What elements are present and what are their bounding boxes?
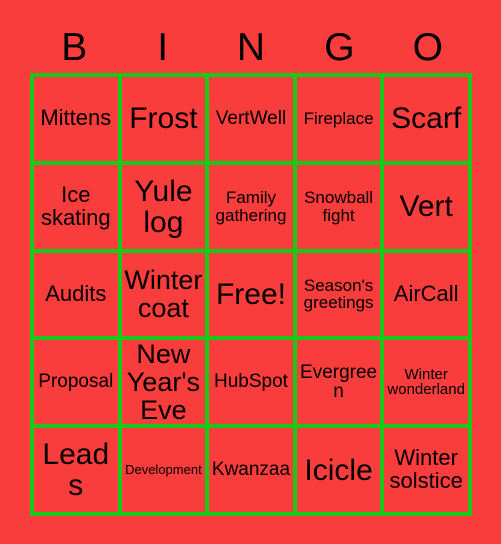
bingo-cell[interactable]: Icicle [296, 428, 385, 516]
bingo-cell[interactable]: Audits [34, 252, 122, 341]
bingo-cell[interactable]: Winter coat [121, 252, 210, 341]
bingo-cell[interactable]: Frost [121, 77, 210, 165]
bingo-cell[interactable]: Fireplace [296, 77, 385, 165]
bingo-cell[interactable]: Development [121, 428, 210, 516]
bingo-header-letter-g: G [324, 26, 355, 69]
bingo-cell[interactable]: Winter solstice [384, 428, 472, 516]
bingo-cell[interactable]: Kwanzaa [209, 428, 297, 516]
bingo-cell[interactable]: Ice skating [34, 164, 122, 253]
bingo-header-letter-o: O [412, 26, 443, 69]
bingo-cell[interactable]: Snowball fight [296, 164, 385, 253]
bingo-cell[interactable]: AirCall [384, 252, 472, 341]
bingo-cell[interactable]: Evergreen [296, 340, 385, 429]
bingo-cell[interactable]: Proposal [34, 340, 122, 429]
bingo-cell[interactable]: Family gathering [209, 164, 297, 253]
bingo-header-letter-n: N [236, 26, 266, 69]
bingo-header: BINGO [30, 22, 472, 73]
bingo-cell-free[interactable]: Free! [209, 252, 297, 341]
bingo-cell[interactable]: Winter wonderland [384, 340, 472, 429]
bingo-cell[interactable]: Vert [384, 164, 472, 253]
bingo-header-letter-i: I [157, 26, 169, 69]
bingo-cell[interactable]: Leads [34, 428, 122, 516]
bingo-cell[interactable]: Season's greetings [296, 252, 385, 341]
bingo-cell[interactable]: HubSpot [209, 340, 297, 429]
bingo-cell[interactable]: VertWell [209, 77, 297, 165]
bingo-cell[interactable]: Mittens [34, 77, 122, 165]
bingo-header-letter-b: B [61, 26, 88, 69]
bingo-cell[interactable]: New Year's Eve [121, 340, 210, 429]
bingo-cell[interactable]: Scarf [384, 77, 472, 165]
bingo-card: B I N G O Mittens Frost VertWell Fireplace Scarf… [0, 0, 501, 544]
bingo-grid: Mittens Frost VertWell Fireplace Scarf Ice sk… [30, 73, 472, 516]
bingo-cell[interactable]: Yule log [121, 164, 210, 253]
